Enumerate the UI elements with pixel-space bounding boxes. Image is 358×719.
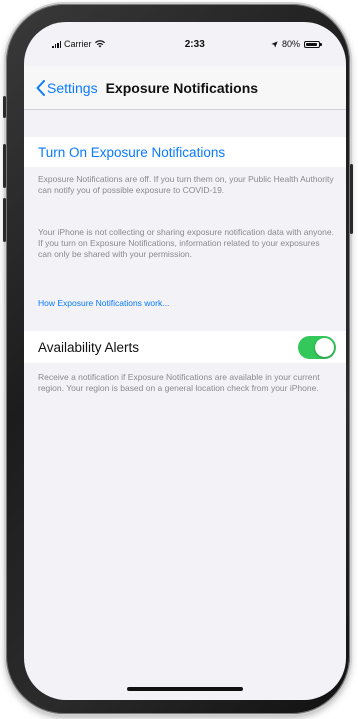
availability-alerts-toggle[interactable] (298, 335, 336, 359)
volume-up-button (3, 144, 6, 188)
power-button (350, 164, 353, 234)
turn-on-label: Turn On Exposure Notifications (38, 144, 226, 160)
phone-frame: Carrier 2:33 80% Settings Exposure Notif… (3, 4, 353, 714)
status-right: 80% (271, 39, 322, 49)
turn-on-exposure-notifications-button[interactable]: Turn On Exposure Notifications (24, 137, 346, 167)
location-arrow-icon (271, 40, 278, 48)
signal-icon (52, 40, 61, 48)
home-indicator[interactable] (127, 687, 243, 691)
status-time: 2:33 (184, 38, 205, 50)
navigation-bar: Settings Exposure Notifications (24, 66, 346, 110)
availability-alerts-label: Availability Alerts (38, 339, 140, 355)
screen: Carrier 2:33 80% Settings Exposure Notif… (24, 22, 346, 700)
chevron-left-icon (36, 79, 45, 96)
availability-alerts-row: Availability Alerts (24, 331, 346, 363)
status-bar: Carrier 2:33 80% (24, 22, 346, 66)
how-exposure-notifications-work-link[interactable]: How Exposure Notifications work... (38, 298, 169, 308)
privacy-text: Your iPhone is not collecting or sharing… (38, 227, 334, 259)
wifi-icon (94, 40, 105, 48)
availability-alerts-description: Receive a notification if Exposure Notif… (38, 372, 320, 393)
carrier-label: Carrier (64, 39, 92, 49)
volume-down-button (3, 198, 6, 242)
status-left: Carrier (52, 39, 105, 49)
back-button[interactable]: Settings (36, 79, 98, 96)
page-title: Exposure Notifications (105, 79, 259, 96)
mute-switch (3, 96, 6, 118)
exposure-status-text: Exposure Notifications are off. If you t… (38, 174, 334, 195)
battery-icon (303, 40, 322, 48)
toggle-knob (315, 337, 334, 357)
back-button-label: Settings (47, 79, 98, 96)
battery-percent: 80% (281, 39, 300, 49)
